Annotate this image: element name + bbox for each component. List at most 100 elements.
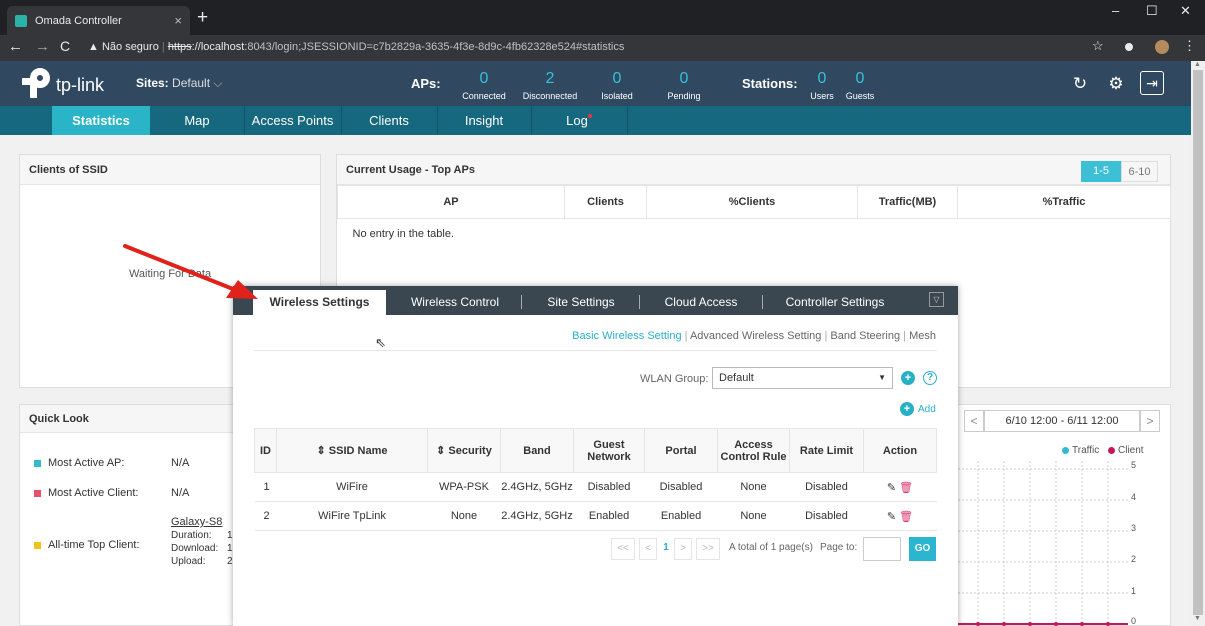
waiting-for-data: Waiting For Data: [128, 268, 212, 280]
sites-label: Sites:: [136, 76, 169, 90]
quick-look-title: Quick Look: [20, 405, 249, 433]
legend-square-icon: [34, 541, 41, 549]
collapse-icon[interactable]: ▽: [929, 292, 944, 307]
page-6-10-button[interactable]: 6-10: [1121, 161, 1158, 182]
col-guest-network: Guest Network: [573, 428, 645, 473]
nav-access-points[interactable]: Access Points: [244, 106, 341, 135]
bookmark-star-icon[interactable]: ☆: [1092, 38, 1104, 54]
range-next-button[interactable]: >: [1140, 410, 1160, 432]
logo-text: tp-link: [56, 74, 105, 95]
tab-controller-settings[interactable]: Controller Settings: [775, 286, 895, 315]
url-scheme: https: [167, 41, 192, 53]
browser-tab[interactable]: Omada Controller ×: [7, 6, 190, 35]
extension-icon[interactable]: [1122, 40, 1136, 54]
tab-cloud-access[interactable]: Cloud Access: [651, 286, 751, 315]
scroll-down-icon[interactable]: ▼: [1194, 615, 1201, 622]
help-icon[interactable]: ?: [923, 371, 937, 385]
add-ssid-button[interactable]: + Add: [900, 402, 936, 416]
edit-icon[interactable]: ✎: [887, 482, 896, 494]
col-pct-traffic[interactable]: %Traffic: [957, 185, 1171, 219]
tab-strip: Omada Controller × + – ☐ ✕: [0, 0, 1205, 35]
legend-square-icon: [34, 489, 41, 497]
url-field[interactable]: ▲ Não seguro | https://localhost:8043/lo…: [88, 41, 624, 53]
chevron-down-icon: ⌵: [213, 76, 223, 90]
scroll-up-icon[interactable]: ▲: [1194, 61, 1201, 68]
add-wlan-group-icon[interactable]: +: [901, 371, 915, 385]
nav-insight[interactable]: Insight: [437, 106, 531, 135]
nav-map[interactable]: Map: [150, 106, 244, 135]
stations-users: 0 Users: [810, 70, 834, 102]
table-row: 2 WiFire TpLink None 2.4GHz, 5GHz Enable…: [254, 501, 937, 531]
go-button[interactable]: GO: [909, 537, 936, 561]
maximize-button[interactable]: ☐: [1146, 3, 1158, 19]
scrollbar-thumb[interactable]: [1193, 70, 1203, 615]
legend-client: Client: [1108, 445, 1144, 456]
menu-kebab-icon[interactable]: ⋮: [1183, 38, 1196, 54]
col-access-control: Access Control Rule: [717, 428, 790, 473]
warning-icon: ▲: [88, 41, 99, 53]
aps-disconnected: 2 Disconnected: [522, 70, 578, 102]
nav-statistics[interactable]: Statistics: [52, 106, 150, 135]
col-security[interactable]: ⇕ Security: [427, 428, 501, 473]
forward-arrow-icon[interactable]: →: [35, 38, 50, 55]
reload-icon[interactable]: C: [60, 38, 70, 54]
minimize-button[interactable]: –: [1112, 3, 1119, 18]
col-ap[interactable]: AP: [337, 185, 565, 219]
gear-icon[interactable]: ⚙: [1103, 71, 1129, 97]
tab-title: Omada Controller: [35, 14, 122, 27]
tab-site-settings[interactable]: Site Settings: [533, 286, 629, 315]
tab-wireless-control[interactable]: Wireless Control: [395, 286, 515, 315]
close-window-button[interactable]: ✕: [1180, 3, 1191, 19]
nav-log[interactable]: Log: [531, 106, 627, 135]
mouse-cursor-icon: ⇖: [375, 335, 386, 350]
col-ssid-name[interactable]: ⇕ SSID Name: [276, 428, 428, 473]
delete-icon[interactable]: 🗑: [899, 482, 913, 494]
wlan-group-label: WLAN Group:: [640, 373, 709, 385]
stations-guests: 0 Guests: [845, 70, 875, 102]
site-selector[interactable]: Sites: Default ⌵: [136, 76, 223, 91]
pager-first-button[interactable]: <<: [611, 538, 635, 560]
ssid-table: ID ⇕ SSID Name ⇕ Security Band Guest Net…: [254, 428, 937, 531]
col-clients[interactable]: Clients: [564, 185, 647, 219]
usage-table: AP Clients %Clients Traffic(MB) %Traffic…: [337, 185, 1171, 249]
omada-favicon-icon: [15, 14, 27, 27]
date-range-selector[interactable]: 6/10 12:00 - 6/11 12:00: [984, 410, 1140, 432]
col-rate-limit: Rate Limit: [789, 428, 864, 473]
subnav-band-steering[interactable]: Band Steering: [830, 330, 900, 342]
pager-prev-button[interactable]: <: [639, 538, 657, 560]
wireless-subnav: Basic Wireless Setting | Advanced Wirele…: [572, 330, 936, 342]
legend-traffic: Traffic: [1062, 445, 1099, 456]
tab-wireless-settings[interactable]: Wireless Settings: [253, 290, 386, 315]
subnav-advanced[interactable]: Advanced Wireless Setting: [690, 330, 821, 342]
pager-page-to-label: Page to:: [820, 542, 858, 553]
y-tick-0: 0: [1131, 616, 1137, 626]
main-nav: Statistics Map Access Points Clients Ins…: [0, 106, 1191, 135]
logout-icon[interactable]: ⇥: [1140, 71, 1164, 95]
pager-current-page[interactable]: 1: [658, 538, 674, 560]
tab-close-icon[interactable]: ×: [174, 13, 182, 28]
range-prev-button[interactable]: <: [964, 410, 984, 432]
delete-icon[interactable]: 🗑: [899, 511, 913, 523]
pager-last-button[interactable]: >>: [696, 538, 720, 560]
most-active-client-value: N/A: [171, 487, 190, 499]
page-to-input[interactable]: [863, 537, 901, 561]
wlan-group-select[interactable]: Default ▼: [712, 367, 893, 389]
subnav-mesh[interactable]: Mesh: [909, 330, 936, 342]
col-pct-clients[interactable]: %Clients: [646, 185, 858, 219]
new-tab-button[interactable]: +: [197, 7, 208, 29]
browser-window: Omada Controller × + – ☐ ✕ ← → C ▲ Não s…: [0, 0, 1205, 626]
empty-table-message: No entry in the table.: [352, 228, 455, 240]
col-traffic[interactable]: Traffic(MB): [857, 185, 958, 219]
pager-next-button[interactable]: >: [674, 538, 692, 560]
col-action: Action: [863, 428, 937, 473]
nav-clients[interactable]: Clients: [341, 106, 437, 135]
security-status[interactable]: Não seguro: [102, 41, 159, 53]
subnav-basic[interactable]: Basic Wireless Setting: [572, 330, 681, 342]
page-scrollbar[interactable]: ▲ ▼: [1191, 61, 1205, 626]
col-band: Band: [500, 428, 574, 473]
page-1-5-button[interactable]: 1-5: [1081, 161, 1121, 182]
refresh-icon[interactable]: ↻: [1067, 71, 1093, 97]
back-arrow-icon[interactable]: ←: [8, 38, 23, 55]
edit-icon[interactable]: ✎: [887, 511, 896, 523]
profile-avatar-icon[interactable]: [1155, 40, 1169, 54]
